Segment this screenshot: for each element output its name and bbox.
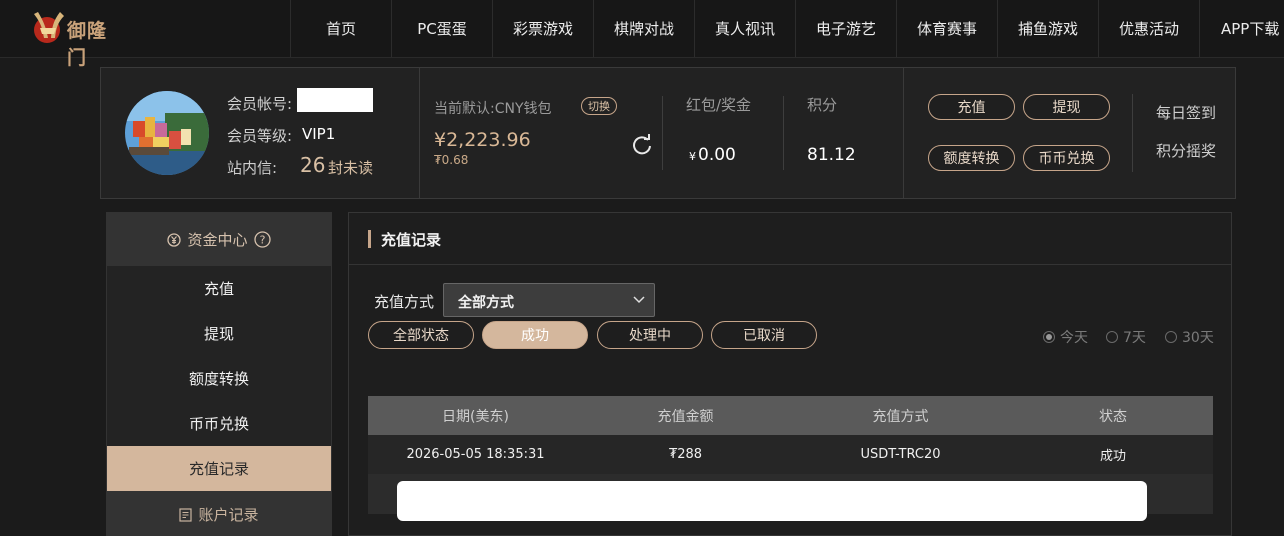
panel-divider — [419, 68, 420, 198]
main-nav: 首页 PC蛋蛋 彩票游戏 棋牌对战 真人视讯 电子游艺 体育赛事 捕鱼游戏 优惠… — [290, 0, 1284, 57]
member-level-label: 会员等级: — [227, 127, 293, 145]
dragon-logo-icon — [34, 12, 64, 43]
tab-processing[interactable]: 处理中 — [597, 321, 703, 349]
inbox-unread-label[interactable]: 封未读 — [328, 157, 373, 178]
range-today[interactable]: 今天 — [1043, 327, 1088, 347]
sidebar-item-deposit[interactable]: 充值 — [107, 266, 331, 311]
help-icon[interactable]: ? — [253, 231, 271, 248]
method-filter-label: 充值方式 — [374, 293, 435, 311]
sidebar-item-deposit-records[interactable]: 充值记录 — [107, 446, 331, 491]
sidebar-item-coin-exchange[interactable]: 币币兑换 — [107, 401, 331, 446]
sidebar-header: 资金中心 ? — [107, 213, 331, 266]
redaction-overlay — [397, 481, 1147, 521]
sidebar-item-account-records[interactable]: 账户记录 — [107, 491, 331, 535]
coin-exchange-button[interactable]: 币币兑换 — [1023, 145, 1110, 171]
bonus-currency: ¥ — [689, 150, 696, 163]
cell-date: 2026-05-05 18:35:31 — [406, 447, 545, 462]
daily-signin-link[interactable]: 每日签到 — [1156, 102, 1216, 123]
inbox-count[interactable]: 26 — [300, 153, 325, 177]
avatar[interactable] — [125, 91, 209, 175]
member-id-label: 会员帐号: — [227, 95, 293, 113]
nav-item-fishing[interactable]: 捕鱼游戏 — [997, 0, 1098, 57]
radio-icon — [1106, 331, 1118, 343]
range-7-days[interactable]: 7天 — [1106, 327, 1146, 347]
member-id-redacted — [297, 88, 373, 112]
points-lottery-link[interactable]: 积分摇奖 — [1156, 140, 1216, 161]
cell-amount: ₮288 — [668, 447, 703, 462]
nav-item-slots[interactable]: 电子游艺 — [795, 0, 896, 57]
table-header-row: 日期(美东) 充值金额 充值方式 状态 — [368, 396, 1213, 435]
default-wallet-label: 当前默认:CNY钱包 — [434, 101, 552, 117]
brand-logo[interactable]: 御隆门 — [30, 8, 122, 69]
yuan-coin-icon — [167, 232, 182, 247]
member-level-value: VIP1 — [302, 125, 336, 143]
divider — [783, 96, 784, 170]
sidebar-title: 资金中心 — [187, 231, 248, 249]
points-label: 积分 — [807, 96, 838, 114]
method-select-value: 全部方式 — [458, 295, 514, 311]
nav-item-home[interactable]: 首页 — [290, 0, 391, 57]
transfer-button[interactable]: 额度转换 — [928, 145, 1015, 171]
panel-header: 充值记录 — [349, 213, 1231, 265]
ledger-icon — [179, 507, 193, 522]
refresh-icon[interactable] — [631, 134, 653, 156]
divider — [1132, 94, 1133, 172]
sidebar-item-label: 账户记录 — [198, 506, 259, 524]
method-select[interactable]: 全部方式 — [443, 283, 655, 317]
nav-item-sports[interactable]: 体育赛事 — [896, 0, 997, 57]
col-status: 状态 — [1099, 408, 1127, 425]
range-label: 今天 — [1060, 330, 1088, 346]
svg-text:?: ? — [259, 234, 265, 247]
range-30-days[interactable]: 30天 — [1165, 327, 1214, 347]
nav-item-promotions[interactable]: 优惠活动 — [1098, 0, 1199, 57]
tab-cancelled[interactable]: 已取消 — [711, 321, 817, 349]
wallet-usdt-balance: ₮0.68 — [434, 153, 469, 167]
brand-name: 御隆门 — [67, 20, 108, 69]
chevron-down-icon — [633, 296, 645, 304]
col-amount: 充值金额 — [657, 408, 714, 425]
nav-item-card-games[interactable]: 棋牌对战 — [593, 0, 694, 57]
account-summary-panel: 会员帐号: 会员等级: VIP1 站内信: 26 封未读 当前默认:CNY钱包 … — [100, 67, 1236, 199]
nav-item-lottery[interactable]: 彩票游戏 — [492, 0, 593, 57]
deposit-button[interactable]: 充值 — [928, 94, 1015, 120]
radio-selected-icon — [1043, 331, 1055, 343]
withdraw-button[interactable]: 提现 — [1023, 94, 1110, 120]
cell-method: USDT-TRC20 — [860, 447, 941, 462]
funds-sidebar: 资金中心 ? 充值 提现 额度转换 币币兑换 充值记录 账户记录 — [106, 212, 332, 536]
tab-all-status[interactable]: 全部状态 — [368, 321, 474, 349]
sidebar-item-transfer[interactable]: 额度转换 — [107, 356, 331, 401]
deposit-records-panel: 充值记录 充值方式 全部方式 全部状态 成功 处理中 已取消 今天 7天 30天… — [348, 212, 1232, 536]
range-label: 30天 — [1182, 330, 1214, 346]
sidebar-item-withdraw[interactable]: 提现 — [107, 311, 331, 356]
inbox-label: 站内信: — [227, 159, 278, 177]
col-date: 日期(美东) — [442, 408, 509, 425]
title-accent-bar — [368, 230, 371, 248]
nav-item-pc-egg[interactable]: PC蛋蛋 — [391, 0, 492, 57]
bonus-value: 0.00 — [698, 145, 736, 165]
divider — [662, 96, 663, 170]
table-row[interactable]: 2026-05-05 18:35:31 ₮288 USDT-TRC20 成功 — [368, 435, 1213, 474]
nav-item-app-download[interactable]: APP下载 — [1199, 0, 1284, 57]
nav-item-live-casino[interactable]: 真人视讯 — [694, 0, 795, 57]
avatar-image — [125, 91, 209, 175]
wallet-balance: ¥2,223.96 — [434, 129, 531, 151]
panel-divider — [903, 68, 904, 198]
radio-icon — [1165, 331, 1177, 343]
page-title: 充值记录 — [381, 231, 442, 249]
points-value: 81.12 — [807, 145, 856, 165]
top-navbar: 御隆门 首页 PC蛋蛋 彩票游戏 棋牌对战 真人视讯 电子游艺 体育赛事 捕鱼游… — [0, 0, 1284, 69]
col-method: 充值方式 — [872, 408, 929, 425]
switch-wallet-button[interactable]: 切换 — [581, 97, 617, 115]
bonus-label: 红包/奖金 — [686, 96, 752, 114]
tab-success[interactable]: 成功 — [482, 321, 588, 349]
cell-status: 成功 — [1099, 449, 1126, 464]
range-label: 7天 — [1123, 330, 1146, 346]
